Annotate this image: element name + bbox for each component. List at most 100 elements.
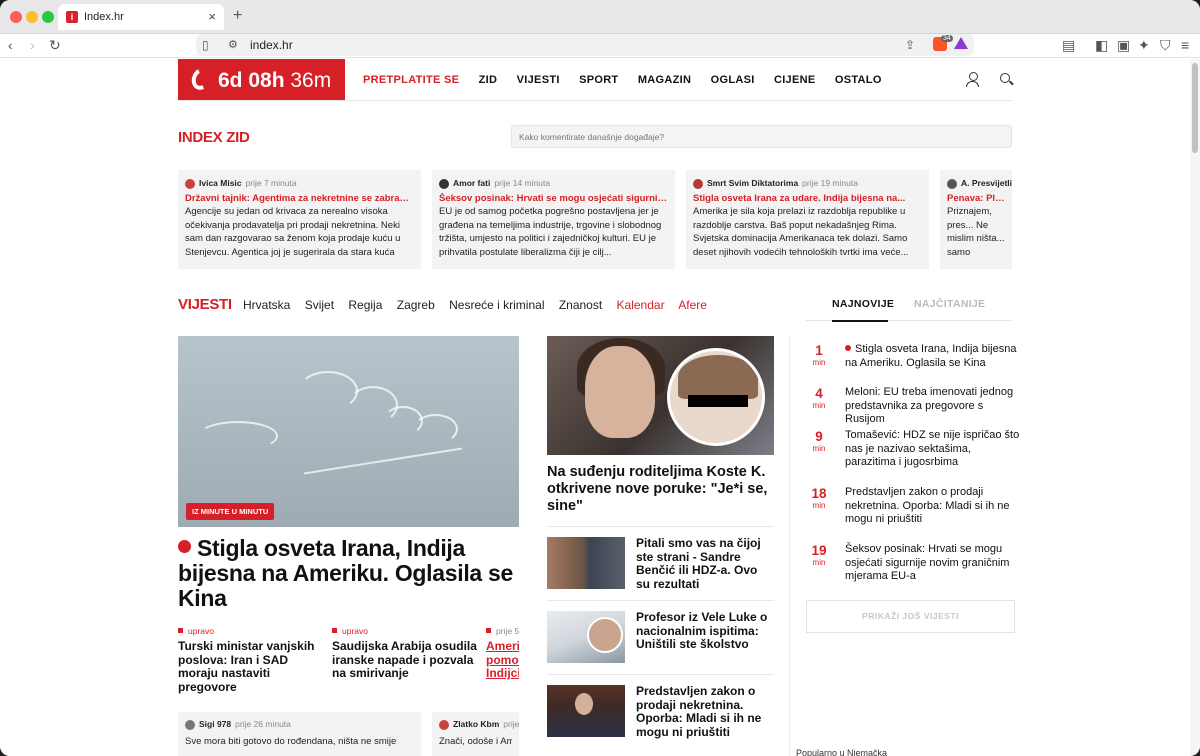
latest-news-title[interactable]: Meloni: EU treba imenovati jednog predst… xyxy=(845,386,1021,427)
rewards-icon[interactable] xyxy=(954,37,968,49)
menu-icon[interactable]: ≡ xyxy=(1181,37,1189,53)
url-text[interactable]: index.hr xyxy=(250,38,293,52)
popular-section-label[interactable]: Popularno u Njemačka xyxy=(796,748,887,756)
search-icon[interactable] xyxy=(1000,73,1010,83)
nav-oglasi[interactable]: OGLASI xyxy=(711,74,755,86)
zid-article-title[interactable]: Državni tajnik: Agentima za nekretnine s… xyxy=(185,193,414,204)
zid-card[interactable]: A. Presvijetli Penava: Plenkov... Prizna… xyxy=(940,170,1012,269)
zid-card[interactable]: Smrt Svim Diktatorima prije 19 minuta Sti… xyxy=(686,170,929,269)
subnav-svijet[interactable]: Svijet xyxy=(305,298,334,312)
subnav-nesrece[interactable]: Nesreće i kriminal xyxy=(449,298,544,312)
share-icon[interactable]: ⇪ xyxy=(905,37,915,53)
zid-author[interactable]: A. Presvijetli xyxy=(961,178,1012,188)
subnav-hrvatska[interactable]: Hrvatska xyxy=(243,298,290,312)
subnav-afere[interactable]: Afere xyxy=(678,298,707,312)
index-logo[interactable]: 6d 08h 36m xyxy=(178,59,345,101)
latest-news-item[interactable]: 4 min Meloni: EU treba imenovati jednog p… xyxy=(806,386,1018,430)
article-image[interactable] xyxy=(547,336,774,455)
article-title[interactable]: Predstavljen zakon o prodaji nekretnina.… xyxy=(636,684,774,739)
wallet-icon[interactable]: ▣ xyxy=(1117,37,1130,53)
subnav-kalendar[interactable]: Kalendar xyxy=(617,298,665,312)
live-sub-item[interactable]: upravo Turski ministar vanjskih poslova:… xyxy=(178,626,326,694)
reload-icon[interactable]: ↻ xyxy=(49,37,61,53)
sub-title[interactable]: Turski ministar vanjskih poslova: Iran i… xyxy=(178,639,326,694)
zid-author[interactable]: Ivica Misic xyxy=(199,178,242,188)
zid-section-title[interactable]: INDEX ZID xyxy=(178,129,250,146)
child-photo-inset xyxy=(667,348,765,446)
vpn-icon[interactable]: ⛉ xyxy=(1160,37,1171,53)
window-maximize-button[interactable] xyxy=(42,11,54,23)
window-close-button[interactable] xyxy=(10,11,22,23)
zid-author[interactable]: Smrt Svim Diktatorima xyxy=(707,178,798,188)
tab-najcitanije[interactable]: NAJČITANIJE xyxy=(914,298,985,310)
zid-comment-input[interactable] xyxy=(511,125,1012,148)
article-title[interactable]: Pitali smo vas na čijoj ste strani - San… xyxy=(636,536,774,591)
article-headline[interactable]: Na suđenju roditeljima Koste K. otkriven… xyxy=(547,464,774,515)
back-icon[interactable]: ‹ xyxy=(8,37,13,53)
page-scrollbar[interactable] xyxy=(1190,59,1200,756)
latest-news-item[interactable]: 1 min Stigla osveta Irana, Indija bijesna… xyxy=(806,343,1018,387)
latest-news-item[interactable]: 19 min Šeksov posinak: Hrvati se mogu osj… xyxy=(806,543,1018,587)
latest-news-title[interactable]: Predstavljen zakon o prodaji nekretnina.… xyxy=(845,486,1021,527)
bookmark-icon[interactable]: ▯ xyxy=(202,37,209,53)
minutes-unit: min xyxy=(812,444,826,453)
scrollbar-thumb[interactable] xyxy=(1192,63,1198,153)
zid-card[interactable]: Amor fati prije 14 minuta Šeksov posinak:… xyxy=(432,170,675,269)
nav-vijesti[interactable]: VIJESTI xyxy=(517,74,560,86)
live-sub-item[interactable]: upravo Saudijska Arabija osudila iranske… xyxy=(332,626,480,681)
zid-card[interactable]: Ivica Misic prije 7 minuta Državni tajnik… xyxy=(178,170,421,269)
sub-title[interactable]: Saudijska Arabija osudila iranske napade… xyxy=(332,639,480,681)
zid-card[interactable]: Zlatko Kbm prije Znači, odoše i Amer xyxy=(432,712,519,756)
article-list-item[interactable]: Pitali smo vas na čijoj ste strani - San… xyxy=(547,536,774,593)
tab-najnovije[interactable]: NAJNOVIJE xyxy=(832,298,894,322)
browser-tab-active[interactable]: i Index.hr × xyxy=(58,4,224,30)
zid-article-title[interactable]: Stigla osveta Irana za udare. Indija bij… xyxy=(693,193,922,204)
nav-ostalo[interactable]: OSTALO xyxy=(835,74,882,86)
sidebar-icon[interactable]: ◧ xyxy=(1095,37,1108,53)
nav-magazin[interactable]: MAGAZIN xyxy=(638,74,691,86)
address-bar[interactable]: ▯ ⚙ index.hr ⇪ xyxy=(196,34,974,56)
latest-news-item[interactable]: 18 min Predstavljen zakon o prodaji nekre… xyxy=(806,486,1018,530)
nav-zid[interactable]: ZID xyxy=(479,74,498,86)
latest-news-item[interactable]: 9 min Tomašević: HDZ se nije ispričao što… xyxy=(806,429,1021,473)
article-thumbnail[interactable] xyxy=(547,537,625,589)
latest-news-title[interactable]: Tomašević: HDZ se nije ispričao što nas … xyxy=(845,429,1021,470)
live-dot-icon xyxy=(845,345,851,351)
zid-author[interactable]: Sigi 978 xyxy=(199,719,231,729)
zid-article-title[interactable]: Šeksov posinak: Hrvati se mogu osjećati … xyxy=(439,193,668,204)
latest-news-title[interactable]: Stigla osveta Irana, Indija bijesna na A… xyxy=(845,343,1021,370)
vijesti-section-title[interactable]: VIJESTI xyxy=(178,296,232,313)
ai-assistant-icon[interactable]: ✦ xyxy=(1138,37,1150,53)
nav-cijene[interactable]: CIJENE xyxy=(774,74,816,86)
hero-headline[interactable]: Stigla osveta Irana, Indija bijesna na A… xyxy=(178,536,519,611)
subnav-regija[interactable]: Regija xyxy=(348,298,382,312)
hero-image[interactable]: IZ MINUTE U MINUTU xyxy=(178,336,519,527)
article-title[interactable]: Profesor iz Vele Luke o nacionalnim ispi… xyxy=(636,610,774,652)
nav-sport[interactable]: SPORT xyxy=(579,74,618,86)
article-list-item[interactable]: Profesor iz Vele Luke o nacionalnim ispi… xyxy=(547,610,774,667)
tab-close-icon[interactable]: × xyxy=(208,9,216,24)
window-minimize-button[interactable] xyxy=(26,11,38,23)
zid-author[interactable]: Amor fati xyxy=(453,178,490,188)
zid-article-title[interactable]: Penava: Plenkov... xyxy=(947,193,1005,204)
user-icon[interactable] xyxy=(966,72,979,87)
zid-card[interactable]: Sigi 978 prije 26 minuta Sve mora biti go… xyxy=(178,712,421,756)
reader-mode-icon[interactable]: ▤ xyxy=(1062,37,1075,53)
live-sub-item[interactable]: prije 5 Ameri... pomor... Indijci... xyxy=(486,626,519,681)
show-more-news-button[interactable]: PRIKAŽI JOŠ VIJESTI xyxy=(806,600,1015,633)
zid-time: prije 19 minuta xyxy=(802,178,858,188)
article-list-item[interactable]: Predstavljen zakon o prodaji nekretnina.… xyxy=(547,684,774,741)
article-thumbnail[interactable] xyxy=(547,685,625,737)
latest-news-text[interactable]: Stigla osveta Irana, Indija bijesna na A… xyxy=(845,343,1016,369)
nav-subscribe[interactable]: PRETPLATITE SE xyxy=(363,74,459,86)
sub-title[interactable]: Ameri... pomor... Indijci... xyxy=(486,639,519,681)
zid-author[interactable]: Zlatko Kbm xyxy=(453,719,499,729)
site-settings-icon[interactable]: ⚙ xyxy=(228,37,238,53)
latest-news-title[interactable]: Šeksov posinak: Hrvati se mogu osjećati … xyxy=(845,543,1021,584)
hero-headline-text[interactable]: Stigla osveta Irana, Indija bijesna na A… xyxy=(178,535,513,611)
subnav-znanost[interactable]: Znanost xyxy=(559,298,602,312)
subnav-zagreb[interactable]: Zagreb xyxy=(397,298,435,312)
new-tab-icon[interactable]: + xyxy=(233,7,242,25)
forward-icon[interactable]: › xyxy=(30,37,35,53)
article-thumbnail[interactable] xyxy=(547,611,625,663)
